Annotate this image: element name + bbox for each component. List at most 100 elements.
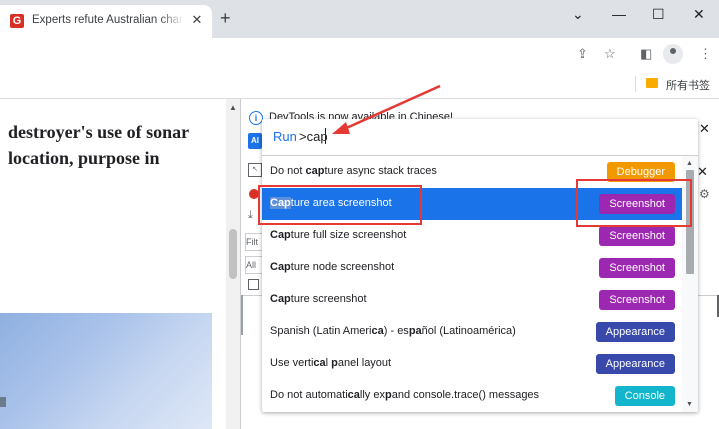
devtools-checkbox[interactable]: [248, 279, 259, 290]
command-text: ñol (Latinoamérica): [421, 325, 516, 337]
category-badge: Screenshot: [599, 226, 675, 246]
element-select-icon[interactable]: ↖: [248, 163, 262, 177]
tab-title-fade: [160, 10, 184, 32]
tab-close-icon[interactable]: ✕: [190, 13, 204, 27]
title-bar: G Experts refute Australian char ✕ + ⌄ —…: [0, 0, 719, 38]
command-prompt-label: Run: [273, 129, 297, 144]
category-badge: Debugger: [606, 162, 675, 182]
command-text: ture node screenshot: [290, 261, 395, 273]
command-text: ture async stack traces: [324, 165, 437, 177]
folder-icon[interactable]: [646, 78, 658, 88]
command-item-label: Spanish (Latin America) - español (Latin…: [270, 325, 516, 337]
command-match-text: cap: [305, 165, 325, 177]
scroll-down-arrow-icon[interactable]: ▼: [686, 401, 693, 408]
record-icon[interactable]: [249, 189, 259, 199]
gear-icon[interactable]: ⚙: [699, 187, 710, 201]
command-text: anel layout: [337, 357, 392, 369]
bookmarks-divider: [635, 76, 636, 92]
command-menu: Run >cap Do not capture async stack trac…: [262, 119, 698, 412]
command-item[interactable]: Capture area screenshot Screenshot: [262, 188, 682, 220]
console-gutter: [241, 295, 243, 335]
command-text: ture area screenshot: [290, 197, 392, 209]
command-scroll-thumb[interactable]: [686, 170, 694, 274]
command-match-text: Cap: [270, 229, 291, 241]
scroll-up-arrow-icon[interactable]: ▲: [686, 160, 693, 167]
language-switch-button[interactable]: Al: [248, 133, 262, 149]
category-badge: Appearance: [595, 322, 675, 342]
command-item[interactable]: Use vertical panel layout Appearance: [262, 348, 682, 380]
filter-input[interactable]: Filt: [245, 233, 263, 251]
command-item[interactable]: Do not capture async stack traces Debugge…: [262, 156, 682, 188]
devtools-close-icon[interactable]: ✕: [697, 164, 708, 180]
site-favicon-icon: G: [10, 14, 24, 28]
category-badge: Screenshot: [599, 290, 675, 310]
browser-tab[interactable]: G Experts refute Australian char ✕: [0, 5, 212, 38]
command-text: Do not automati: [270, 389, 348, 401]
command-match-text: Cap: [270, 261, 291, 273]
category-badge: Screenshot: [599, 258, 675, 278]
command-text: ) - es: [383, 325, 409, 337]
close-window-button[interactable]: ✕: [693, 6, 705, 23]
command-match-text: Cap: [270, 197, 291, 209]
download-icon[interactable]: ⤓: [248, 209, 253, 222]
command-item[interactable]: Capture full size screenshot Screenshot: [262, 220, 682, 252]
command-list-scrollbar[interactable]: ▲ ▼: [682, 156, 698, 412]
category-badge: Appearance: [595, 354, 675, 374]
command-list: Do not capture async stack traces Debugge…: [262, 156, 682, 412]
article-hero-image: [0, 313, 212, 429]
scroll-up-arrow-icon[interactable]: ▲: [229, 103, 237, 112]
page-scrollbar[interactable]: ▲: [226, 99, 240, 429]
headline-line-2: location, purpose in: [8, 148, 160, 168]
new-tab-button[interactable]: +: [220, 9, 231, 27]
all-bookmarks-link[interactable]: 所有书签: [666, 77, 710, 93]
banner-close-icon[interactable]: ✕: [699, 121, 710, 137]
maximize-button[interactable]: ☐: [652, 6, 665, 23]
command-item-label: Do not capture async stack traces: [270, 165, 437, 177]
command-input-row[interactable]: Run >cap: [262, 119, 698, 156]
command-text: Spanish (Latin Ameri: [270, 325, 372, 337]
command-text: ture full size screenshot: [290, 229, 407, 241]
command-input[interactable]: >cap: [299, 129, 328, 144]
command-item-label: Do not automatically expand console.trac…: [270, 389, 539, 401]
command-item[interactable]: Do not automatically expand console.trac…: [262, 380, 682, 412]
command-item-label: Capture full size screenshot: [270, 229, 406, 241]
star-icon[interactable]: ☆: [604, 46, 616, 62]
share-icon[interactable]: ⇪: [577, 46, 588, 62]
command-text: Use verti: [270, 357, 314, 369]
category-badge: Screenshot: [599, 194, 675, 214]
article-headline: destroyer's use of sonar location, purpo…: [8, 119, 226, 171]
command-item[interactable]: Capture screenshot Screenshot: [262, 284, 682, 316]
command-item-label: Capture node screenshot: [270, 261, 394, 273]
command-match-text: pa: [408, 325, 422, 337]
command-item[interactable]: Capture node screenshot Screenshot: [262, 252, 682, 284]
command-item-label: Capture area screenshot: [270, 197, 392, 209]
sidepanel-icon[interactable]: ◧: [640, 46, 652, 62]
command-item-label: Capture screenshot: [270, 293, 367, 305]
headline-line-1: destroyer's use of sonar: [8, 122, 190, 142]
article-content: destroyer's use of sonar location, purpo…: [0, 99, 226, 429]
command-match-text: p: [384, 389, 392, 401]
profile-icon[interactable]: [663, 44, 683, 64]
hero-image-detail: [0, 397, 6, 407]
tab-search-icon[interactable]: ⌄: [572, 6, 584, 23]
page-scroll-thumb[interactable]: [229, 229, 237, 279]
browser-toolbar: ⇪ ☆ ◧ ⋮: [0, 38, 719, 70]
info-icon: i: [249, 111, 263, 125]
bookmarks-bar: 所有书签: [0, 70, 719, 99]
minimize-button[interactable]: —: [612, 6, 626, 22]
command-item[interactable]: Spanish (Latin America) - español (Latin…: [262, 316, 682, 348]
command-match-text: ca: [313, 357, 326, 369]
text-caret: [325, 128, 326, 144]
command-text: and console.trace() messages: [391, 389, 540, 401]
command-match-text: ca: [347, 389, 360, 401]
command-text: lly ex: [359, 389, 385, 401]
level-select[interactable]: All: [245, 256, 263, 274]
command-text: Do not: [270, 165, 306, 177]
command-match-text: ca: [371, 325, 384, 337]
command-text: ture screenshot: [290, 293, 367, 305]
command-item-label: Use vertical panel layout: [270, 357, 391, 369]
category-badge: Console: [614, 386, 675, 406]
command-match-text: p: [331, 357, 338, 369]
command-match-text: Cap: [270, 293, 291, 305]
menu-icon[interactable]: ⋮: [699, 46, 712, 62]
